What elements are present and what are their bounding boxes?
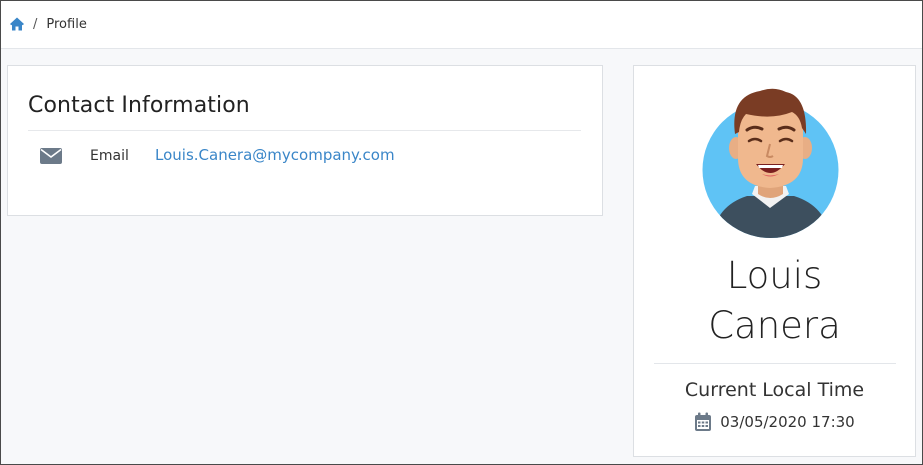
email-link[interactable]: Louis.Canera@mycompany.com bbox=[155, 146, 395, 164]
avatar bbox=[702, 86, 839, 238]
home-icon[interactable] bbox=[9, 16, 25, 32]
breadcrumb-separator: / bbox=[33, 16, 38, 32]
profile-first-name: Louis bbox=[726, 254, 823, 297]
envelope-icon bbox=[40, 148, 62, 164]
local-time-row: 03/05/2020 17:30 bbox=[634, 412, 915, 432]
contact-divider bbox=[28, 130, 581, 131]
contact-email-row: Email Louis.Canera@mycompany.com bbox=[40, 144, 395, 168]
profile-divider bbox=[654, 363, 896, 364]
calendar-icon bbox=[694, 412, 712, 432]
contact-information-title: Contact Information bbox=[28, 93, 250, 118]
profile-last-name: Canera bbox=[708, 304, 841, 347]
email-label: Email bbox=[90, 148, 129, 164]
local-time-value: 03/05/2020 17:30 bbox=[720, 413, 855, 431]
breadcrumb-current: Profile bbox=[46, 16, 87, 32]
local-time-label: Current Local Time bbox=[684, 379, 865, 401]
contact-information-card: Contact Information Email Louis.Canera@m… bbox=[7, 65, 603, 216]
profile-card: Louis Canera Current Local Time 03/05/20… bbox=[633, 65, 916, 457]
breadcrumb: / Profile bbox=[0, 0, 923, 49]
